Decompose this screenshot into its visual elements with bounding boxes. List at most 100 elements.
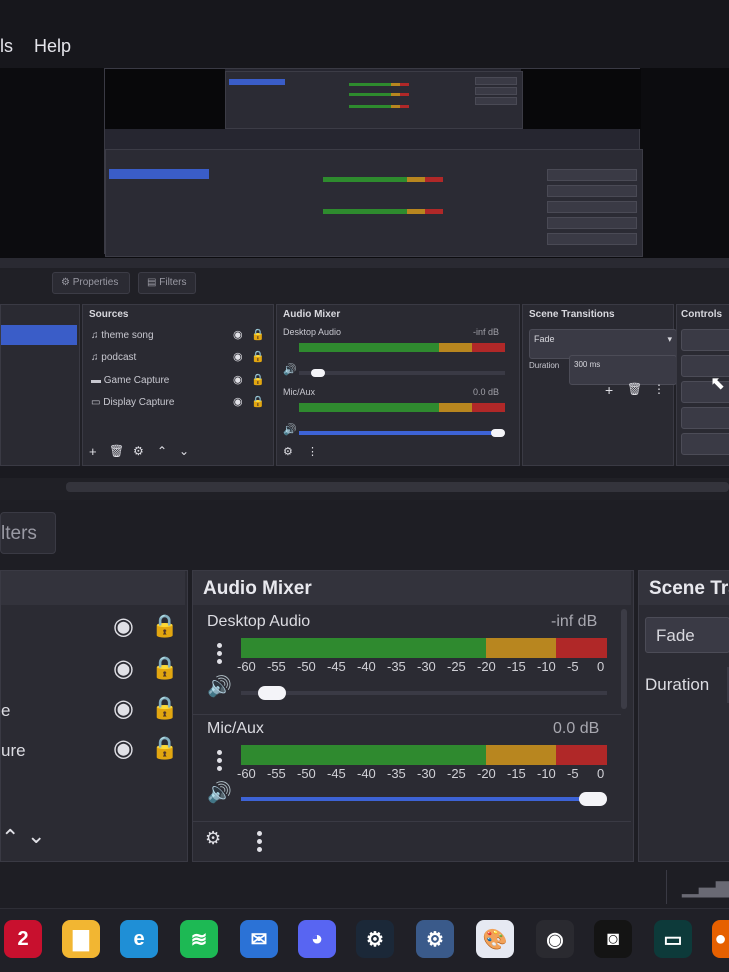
channel-menu-icon[interactable] xyxy=(217,750,222,755)
meter-tick-label: -10 xyxy=(537,766,556,781)
speaker-icon[interactable]: 🔊 xyxy=(207,677,232,697)
source-item-label[interactable]: e xyxy=(1,701,10,721)
channel-name: Desktop Audio xyxy=(207,613,311,630)
mail-icon[interactable]: ✉ xyxy=(240,920,278,958)
mixer-settings-icon[interactable]: ⚙ xyxy=(205,829,221,847)
paint-icon[interactable]: 🎨 xyxy=(476,920,514,958)
volume-slider-knob[interactable] xyxy=(579,792,607,806)
eye-icon[interactable]: ◉ xyxy=(113,697,134,721)
transition-select[interactable]: Fade xyxy=(645,617,729,653)
kebab-menu-icon[interactable]: ⋮ xyxy=(653,383,665,395)
lock-icon[interactable]: 🔒 xyxy=(151,615,178,637)
control-button[interactable] xyxy=(681,329,729,351)
volume-slider-knob[interactable] xyxy=(310,369,325,377)
mixer-settings-icon[interactable]: ⚙ xyxy=(283,447,293,458)
scene-transitions-panel: Scene Tra Fade Duration xyxy=(638,570,729,862)
preview-scrollbar[interactable] xyxy=(0,258,729,268)
eye-icon[interactable]: ◉ xyxy=(113,615,134,639)
meter-tick-label: -5 xyxy=(567,659,579,674)
chevron-down-icon[interactable]: ⌄ xyxy=(27,825,45,847)
file-explorer-icon[interactable]: ▇ xyxy=(62,920,100,958)
edge-icon[interactable]: e xyxy=(120,920,158,958)
obs-icon[interactable]: ◉ xyxy=(536,920,574,958)
meter-tick-label: -20 xyxy=(477,766,496,781)
mid-scrollbar[interactable] xyxy=(66,482,729,492)
eye-icon[interactable]: ◉ xyxy=(233,330,243,341)
discord-icon[interactable]: ◕ xyxy=(298,920,336,958)
trash-icon[interactable]: 🗑 xyxy=(627,383,642,395)
source-item-label[interactable]: ure xyxy=(1,741,26,761)
meter-tick-label: 0 xyxy=(597,659,605,674)
properties-tab[interactable]: ⚙ Properties xyxy=(52,272,130,294)
volume-slider[interactable] xyxy=(241,797,607,801)
duration-field[interactable]: 300 ms xyxy=(569,355,677,385)
meter-tick-label: -20 xyxy=(477,659,496,674)
chevron-up-icon[interactable]: ⌃ xyxy=(1,827,19,849)
meter-tick-label: -55 xyxy=(267,766,286,781)
add-transition-icon[interactable]: + xyxy=(605,383,613,397)
app-teal-icon[interactable]: ▭ xyxy=(654,920,692,958)
sources-panel: Sources ♫ theme song ♫ podcast ▬ Game Ca… xyxy=(82,304,274,466)
menu-item-help[interactable]: Help xyxy=(34,36,71,57)
kebab-menu-icon[interactable]: ⋮ xyxy=(307,447,318,458)
lock-icon[interactable]: 🔒 xyxy=(251,397,265,408)
filters-tab[interactable]: lters xyxy=(0,512,56,554)
control-button[interactable] xyxy=(681,407,729,429)
menu-item-tools[interactable]: ls xyxy=(0,36,13,57)
gear-icon[interactable]: ⚙ xyxy=(133,445,144,457)
meter-tick-label: -55 xyxy=(267,659,286,674)
volume-slider[interactable] xyxy=(241,691,607,695)
status-bar: ▁▃▅ xyxy=(0,866,729,908)
eye-icon[interactable]: ◉ xyxy=(233,375,243,386)
settings-icon[interactable]: ⚙ xyxy=(416,920,454,958)
scenes-panel xyxy=(0,304,80,466)
trash-icon[interactable]: 🗑 xyxy=(109,445,124,457)
lock-icon[interactable]: 🔒 xyxy=(251,330,265,341)
source-item[interactable]: ♫ podcast xyxy=(91,352,136,363)
volume-meter xyxy=(299,403,505,412)
volume-slider[interactable] xyxy=(299,431,505,435)
lock-icon[interactable]: 🔒 xyxy=(151,657,178,679)
lock-icon[interactable]: 🔒 xyxy=(151,737,178,759)
chevron-up-icon[interactable]: ⌃ xyxy=(157,445,167,457)
source-item[interactable]: ▬ Game Capture xyxy=(91,375,169,386)
source-item[interactable]: ♫ theme song xyxy=(91,330,154,341)
app-dark-icon[interactable]: ◙ xyxy=(594,920,632,958)
mouse-cursor-icon: ⬉ xyxy=(710,373,726,393)
meter-tick-label: -15 xyxy=(507,766,526,781)
eye-icon[interactable]: ◉ xyxy=(113,737,134,761)
scene-item-selected[interactable] xyxy=(1,325,77,345)
app-2-icon[interactable]: 2 xyxy=(4,920,42,958)
kebab-menu-icon[interactable] xyxy=(257,831,262,836)
spotify-icon[interactable]: ≋ xyxy=(180,920,218,958)
mixer-scrollbar[interactable] xyxy=(621,609,627,709)
speaker-icon[interactable]: 🔊 xyxy=(283,425,297,436)
volume-meter xyxy=(241,638,607,658)
eye-icon[interactable]: ◉ xyxy=(233,352,243,363)
filters-tab[interactable]: ▤ Filters xyxy=(138,272,196,294)
add-source-icon[interactable]: + xyxy=(89,445,97,458)
steam-icon[interactable]: ⚙ xyxy=(356,920,394,958)
meter-tick-label: -10 xyxy=(537,659,556,674)
eye-icon[interactable]: ◉ xyxy=(233,397,243,408)
menu-bar: ls Help xyxy=(0,0,729,68)
channel-menu-icon[interactable] xyxy=(217,643,222,648)
sources-header xyxy=(1,571,185,605)
eye-icon[interactable]: ◉ xyxy=(113,657,134,681)
source-item[interactable]: ▭ Display Capture xyxy=(91,397,174,408)
volume-meter xyxy=(299,343,505,352)
volume-slider-knob[interactable] xyxy=(257,686,286,700)
speaker-icon[interactable]: 🔊 xyxy=(283,365,297,376)
volume-slider-knob[interactable] xyxy=(491,429,505,437)
meter-scale: -60 -55 -50 -45 -40 -35 -30 -25 -20 -15 -10 -5 0 xyxy=(237,659,611,675)
firefox-icon[interactable]: ● xyxy=(712,920,729,958)
meter-tick-label: -45 xyxy=(327,659,346,674)
lock-icon[interactable]: 🔒 xyxy=(251,352,265,363)
control-button[interactable] xyxy=(681,433,729,455)
volume-slider[interactable] xyxy=(299,371,505,375)
speaker-icon[interactable]: 🔊 xyxy=(207,783,232,803)
lock-icon[interactable]: 🔒 xyxy=(151,697,178,719)
chevron-down-icon[interactable]: ⌄ xyxy=(179,445,189,457)
meter-tick-label: -5 xyxy=(567,766,579,781)
lock-icon[interactable]: 🔒 xyxy=(251,375,265,386)
